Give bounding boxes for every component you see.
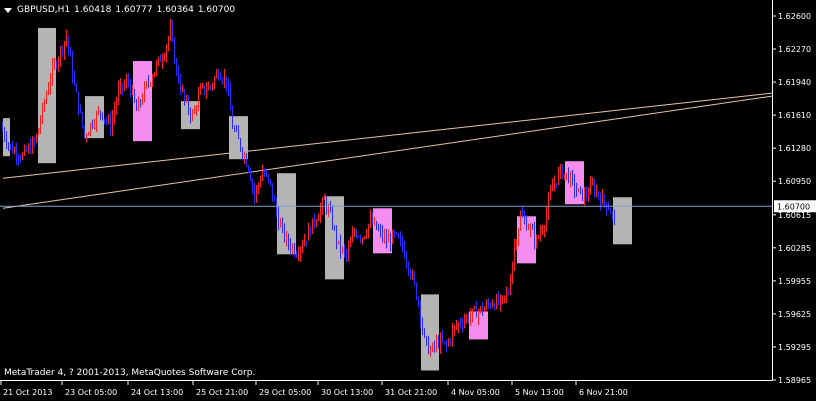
copyright-text: MetaTrader 4, ? 2001-2013, MetaQuotes So… <box>4 368 256 378</box>
session-box-3 <box>85 96 104 139</box>
price-tick-label-2: 1.62270 <box>778 45 811 54</box>
price-chart[interactable]: 1.62600 1.62270 1.61940 1.61610 1.61280 1.609… <box>0 0 816 401</box>
time-tick-label-7: 31 Oct 21:00 <box>385 388 437 397</box>
chart-window[interactable]: 1.62600 1.62270 1.61940 1.61610 1.61280 1.609… <box>0 0 816 401</box>
time-tick-label-6: 30 Oct 13:00 <box>321 388 373 397</box>
time-tick-label-10: 6 Nov 21:00 <box>579 388 628 397</box>
session-box-10 <box>421 294 439 371</box>
price-tick-label-3: 1.61940 <box>778 78 811 87</box>
trendlines-layer <box>2 92 773 209</box>
time-tick-label-2: 23 Oct 05:00 <box>65 388 117 397</box>
price-tick-label-9: 1.59955 <box>778 277 811 286</box>
menu-triangle-icon[interactable] <box>4 7 12 13</box>
open-price: 1.60418 <box>74 5 112 15</box>
time-tick-label-4: 25 Oct 21:00 <box>196 388 248 397</box>
time-tick-label-3: 24 Oct 13:00 <box>131 388 183 397</box>
price-tick-label-11: 1.59295 <box>778 343 811 352</box>
price-tick-label-8: 1.60285 <box>778 244 811 253</box>
low-price: 1.60364 <box>156 5 194 15</box>
trendline-1[interactable] <box>2 92 773 179</box>
high-price: 1.60777 <box>115 5 153 15</box>
axes-layer: 1.62600 1.62270 1.61940 1.61610 1.61280 1.609… <box>0 0 816 397</box>
close-price: 1.60700 <box>197 5 236 15</box>
price-tick-label-1: 1.62600 <box>778 12 811 21</box>
price-tick-label-10: 1.59625 <box>778 310 811 319</box>
current-price-label: 1.60700 <box>777 202 810 211</box>
price-tick-label-6: 1.60950 <box>778 177 811 186</box>
trendline-2[interactable] <box>2 95 773 209</box>
symbol-timeframe: GBPUSD,H1 <box>17 5 71 15</box>
price-tick-label-4: 1.61610 <box>778 111 811 120</box>
session-boxes-layer <box>3 28 632 371</box>
time-tick-label-9: 5 Nov 13:00 <box>515 388 564 397</box>
time-tick-label-5: 29 Oct 05:00 <box>259 388 311 397</box>
price-tick-label-12: 1.58965 <box>778 376 811 385</box>
price-tick-label-5: 1.61280 <box>778 144 811 153</box>
chart-header: GBPUSD,H1 1.60418 1.60777 1.60364 1.6070… <box>4 3 239 17</box>
session-box-14 <box>613 197 632 245</box>
session-box-8 <box>325 196 344 280</box>
time-tick-label-8: 4 Nov 05:00 <box>451 388 500 397</box>
time-tick-label-1: 21 Oct 2013 <box>3 388 52 397</box>
candles-layer <box>2 18 615 357</box>
